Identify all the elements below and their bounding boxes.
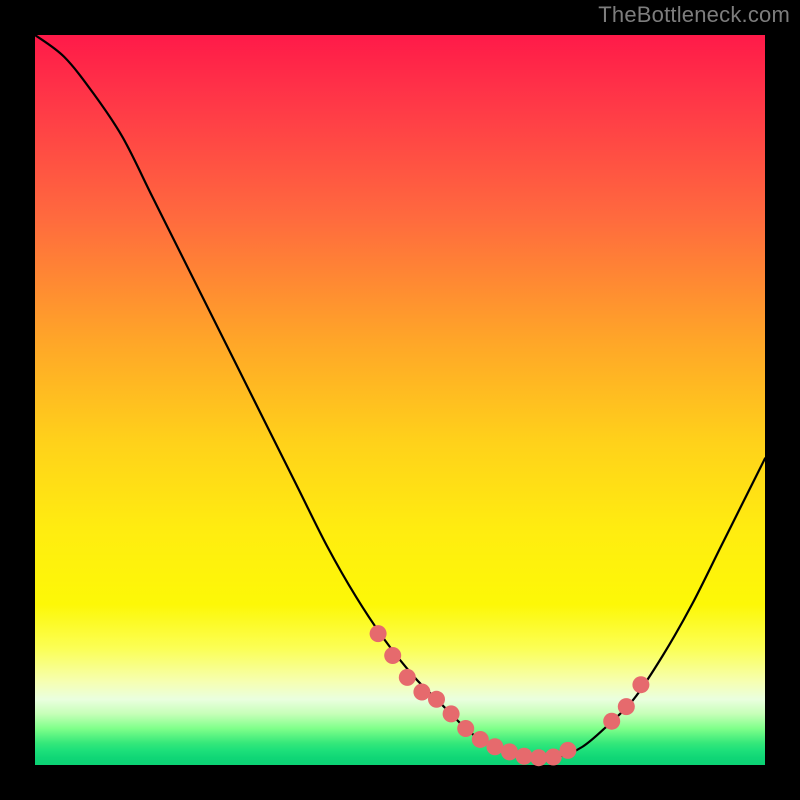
highlight-marker: [428, 691, 445, 708]
highlight-marker: [443, 705, 460, 722]
highlight-marker: [618, 698, 635, 715]
highlight-marker: [486, 738, 503, 755]
highlight-marker: [370, 625, 387, 642]
highlight-marker: [472, 731, 489, 748]
highlight-marker: [413, 684, 430, 701]
highlight-marker: [559, 742, 576, 759]
highlight-marker: [516, 748, 533, 765]
highlight-marker: [632, 676, 649, 693]
chart-plot-area: [35, 35, 765, 765]
highlight-marker: [545, 748, 562, 765]
bottleneck-curve: [35, 35, 765, 758]
highlight-marker: [384, 647, 401, 664]
highlight-markers: [370, 625, 650, 766]
highlight-marker: [530, 749, 547, 766]
watermark-text: TheBottleneck.com: [598, 2, 790, 28]
bottleneck-chart-svg: [35, 35, 765, 765]
highlight-marker: [603, 713, 620, 730]
highlight-marker: [399, 669, 416, 686]
highlight-marker: [501, 743, 518, 760]
highlight-marker: [457, 720, 474, 737]
